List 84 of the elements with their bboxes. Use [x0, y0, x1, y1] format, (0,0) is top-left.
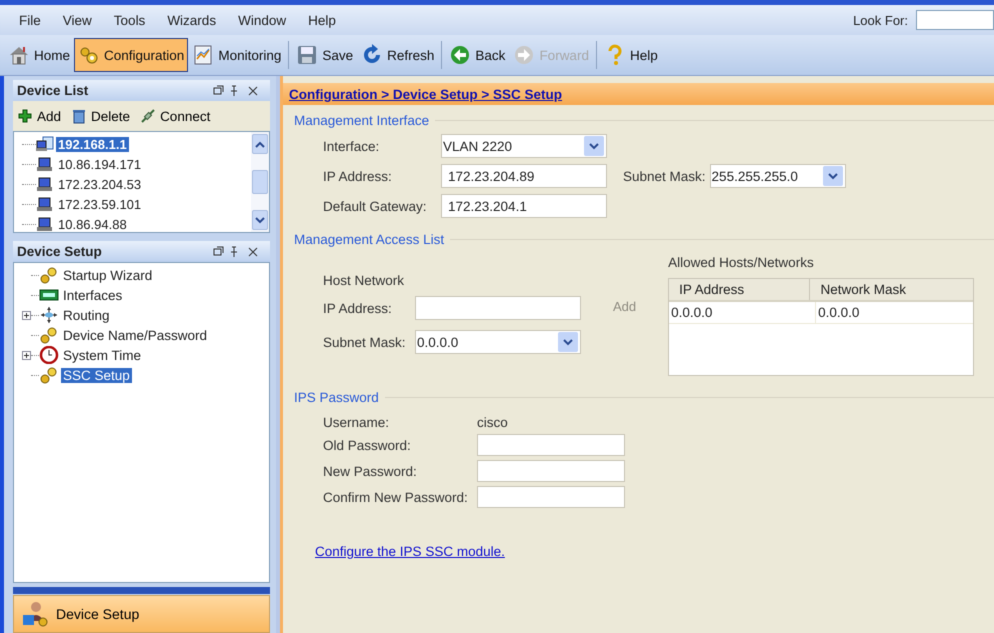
scroll-thumb[interactable]	[252, 170, 268, 194]
gateway-field[interactable]: 172.23.204.1	[441, 194, 607, 218]
password-field[interactable]	[477, 434, 625, 456]
subnet-mask-dropdown[interactable]: 0.0.0.0	[415, 330, 581, 354]
toolbar-button[interactable]: Save	[292, 38, 358, 72]
person-with-gear-icon	[22, 601, 48, 627]
section-title: Management Access List	[294, 232, 444, 247]
configure-link[interactable]: Configure the IPS SSC module.	[315, 544, 505, 559]
menu-item[interactable]: View	[52, 12, 103, 28]
menu-item[interactable]: Tools	[102, 12, 156, 28]
tree-item[interactable]: Interfaces	[61, 288, 124, 302]
field-label: Interface:	[323, 138, 380, 154]
field-label: Old Password:	[323, 438, 412, 452]
toolbar-button[interactable]: Configuration	[74, 38, 188, 72]
toolbar-button[interactable]: Monitoring	[188, 38, 286, 72]
arrows-icon	[39, 306, 59, 324]
panel-title: Device List	[17, 83, 88, 98]
group-label: Host Network	[323, 273, 406, 288]
splitter-handle[interactable]	[13, 587, 270, 594]
toolbar-button[interactable]: Home	[4, 38, 74, 72]
gears-icon	[39, 326, 59, 344]
gears-icon	[39, 266, 59, 284]
house-icon	[8, 44, 30, 66]
ip-address-field[interactable]: 172.23.204.89	[441, 164, 607, 188]
section-title: IPS Password	[294, 390, 379, 405]
gears-icon	[39, 366, 59, 384]
field-label: Subnet Mask:	[622, 168, 707, 184]
computer-icon	[36, 216, 54, 232]
tree-item[interactable]: SSC Setup	[61, 368, 132, 382]
menu-item[interactable]: Wizards	[156, 12, 228, 28]
device-item[interactable]: 10.86.94.88	[56, 216, 129, 232]
section-title: Management Interface	[294, 113, 430, 128]
look-for-field[interactable]	[916, 10, 994, 30]
scroll-up-icon[interactable]	[252, 134, 268, 154]
table-title: Allowed Hosts/Networks	[668, 255, 815, 270]
computer-icon	[36, 156, 54, 172]
panel-title: Device Setup	[17, 244, 102, 259]
device-item[interactable]: 192.168.1.1	[56, 136, 129, 152]
subnet-mask-dropdown[interactable]: 255.255.255.0	[710, 164, 846, 188]
nav-button[interactable]: Device Setup	[13, 595, 270, 633]
menu-item[interactable]: Window	[227, 12, 298, 28]
field-label: New Password:	[323, 464, 418, 478]
field-label: IP Address:	[323, 300, 393, 316]
tree-item[interactable]: Device Name/Password	[61, 328, 210, 342]
password-field[interactable]	[477, 460, 625, 482]
field-label: Username:	[323, 415, 390, 430]
table-cell: 0.0.0.0	[669, 302, 816, 323]
device-item[interactable]: 172.23.59.101	[56, 196, 144, 212]
field-label: Confirm New Password:	[323, 490, 469, 504]
device-item[interactable]: 10.86.194.171	[56, 156, 144, 172]
plus-icon	[17, 108, 33, 124]
column-header[interactable]: IP Address	[669, 279, 810, 300]
menu-item[interactable]: Help	[297, 12, 347, 28]
tree-item[interactable]: System Time	[61, 348, 144, 362]
ip-address-field[interactable]	[415, 296, 581, 320]
expand-icon[interactable]	[22, 350, 31, 360]
toolbar-button[interactable]: Back	[445, 38, 510, 72]
trash-can-icon	[71, 108, 88, 124]
field-label: IP Address:	[323, 168, 393, 184]
action-button[interactable]: Add	[17, 108, 62, 124]
column-header[interactable]: Network Mask	[810, 279, 974, 300]
toolbar-button[interactable]: Help	[600, 38, 662, 72]
clock-icon	[39, 346, 59, 364]
field-label: Default Gateway:	[323, 198, 428, 214]
table-cell-text: 0.0.0.0	[817, 304, 860, 322]
interface-dropdown[interactable]: VLAN 2220	[441, 134, 607, 158]
expand-icon[interactable]	[22, 310, 31, 320]
action-button[interactable]: Connect	[140, 108, 210, 124]
scroll-down-icon[interactable]	[252, 210, 268, 230]
look-for-label: Look For:	[853, 12, 908, 28]
tree-item[interactable]: Routing	[61, 308, 112, 322]
computer-icon	[36, 176, 54, 192]
tree-item[interactable]: Startup Wizard	[61, 268, 154, 282]
field-label: Subnet Mask:	[323, 334, 407, 350]
toolbar-button[interactable]: Refresh	[357, 38, 438, 72]
computer-icon	[36, 196, 54, 212]
username-value: cisco	[477, 415, 509, 430]
device-item[interactable]: 172.23.204.53	[56, 176, 144, 192]
password-field[interactable]	[477, 486, 625, 508]
plug-icon	[140, 108, 156, 124]
chart-icon	[192, 44, 214, 66]
menu-item[interactable]: File	[8, 12, 52, 28]
breadcrumb-link[interactable]: Configuration > Device Setup > SSC Setup	[289, 86, 562, 102]
action-button[interactable]: Delete	[71, 108, 130, 124]
